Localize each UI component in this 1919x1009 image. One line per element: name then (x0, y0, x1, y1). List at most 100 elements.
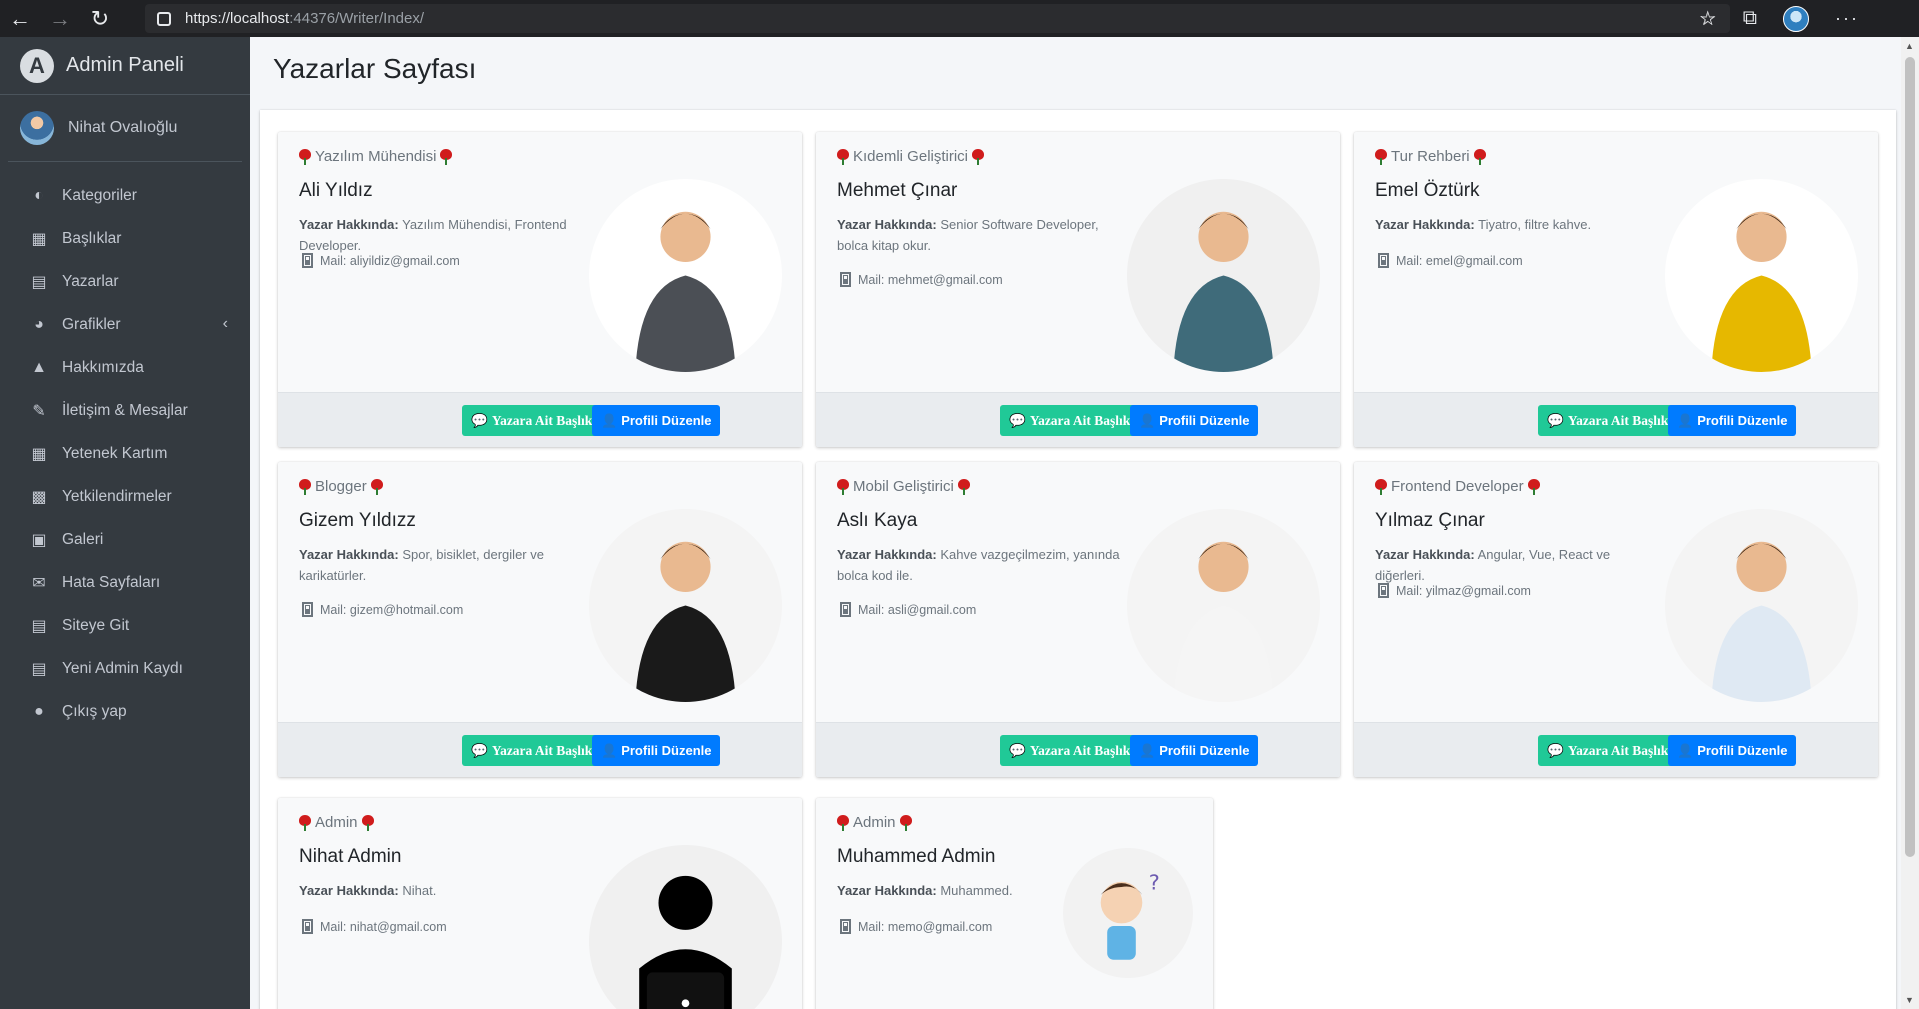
writer-mail: Mail: asli@gmail.com (840, 602, 976, 617)
writer-card-footer: 💬 Yazara Ait Başlıklar 👤 Profili Düzenle (278, 722, 802, 777)
document-icon: ▤ (31, 617, 47, 635)
edit-profile-button[interactable]: 👤 Profili Düzenle (1130, 735, 1259, 766)
document-icon: ▤ (31, 660, 47, 678)
writer-about: Yazar Hakkında: Yazılım Mühendisi, Front… (299, 214, 584, 256)
writer-role-text: Frontend Developer (1391, 478, 1524, 495)
writer-role: Mobil Geliştirici (837, 478, 970, 495)
writer-mail-text: Mail: gizem@hotmail.com (320, 602, 464, 617)
sidebar-item-yazarlar[interactable]: ▤ Yazarlar (0, 260, 250, 303)
writer-mail: Mail: memo@gmail.com (840, 919, 992, 934)
sidebar-item-cikis[interactable]: ● Çıkış yap (0, 690, 250, 733)
user-icon: 👤 (601, 412, 618, 428)
writer-card-body: Admin Nihat Admin Yazar Hakkında: Nihat.… (278, 798, 802, 1009)
sidebar-item-hata-sayfalari[interactable]: ✉ Hata Sayfaları (0, 561, 250, 604)
grid-icon: ▦ (31, 230, 47, 248)
building-icon (302, 919, 313, 934)
reload-icon[interactable]: ↻ (80, 0, 120, 37)
writer-mail-text: Mail: emel@gmail.com (1396, 253, 1523, 268)
writer-role-text: Yazılım Mühendisi (315, 148, 437, 165)
writer-card-body: Yazılım Mühendisi Ali Yıldız Yazar Hakkı… (278, 132, 802, 392)
writer-card: Mobil Geliştirici Aslı Kaya Yazar Hakkın… (816, 462, 1340, 777)
writer-about: Yazar Hakkında: Spor, bisiklet, dergiler… (299, 544, 584, 586)
sidebar-item-siteye-git[interactable]: ▤ Siteye Git (0, 604, 250, 647)
scroll-down-icon[interactable]: ▼ (1905, 995, 1914, 1005)
writer-role: Admin (299, 814, 374, 831)
brand-link[interactable]: A Admin Paneli (0, 37, 250, 95)
sidebar-item-label: Siteye Git (62, 616, 130, 634)
building-icon (1378, 583, 1389, 598)
forward-icon[interactable]: → (40, 0, 80, 37)
scroll-up-icon[interactable]: ▲ (1905, 41, 1914, 51)
writer-name: Nihat Admin (299, 846, 402, 867)
sidebar-item-grafikler[interactable]: ◕ Grafikler ‹ (0, 303, 250, 346)
page-scrollbar[interactable]: ▲ ▼ (1901, 37, 1919, 1009)
edit-profile-button[interactable]: 👤 Profili Düzenle (1668, 405, 1797, 436)
sidebar-item-label: İletişim & Mesajlar (62, 401, 188, 419)
back-icon[interactable]: ← (0, 0, 40, 37)
content-wrapper: Yazarlar Sayfası Yazılım Mühendisi Ali Y… (250, 37, 1901, 1009)
writer-card: Admin Nihat Admin Yazar Hakkında: Nihat.… (278, 798, 802, 1009)
rose-icon (972, 148, 985, 165)
writer-about-label: Yazar Hakkında: (837, 217, 937, 232)
collections-icon[interactable]: ⧉ (1743, 7, 1757, 30)
lock-icon (157, 11, 171, 26)
writer-name: Gizem Yıldızz (299, 510, 416, 531)
writer-card-footer: 💬 Yazara Ait Başlıklar 👤 Profili Düzenle (816, 722, 1340, 777)
sidebar-item-galeri[interactable]: ▣ Galeri (0, 518, 250, 561)
edit-profile-button[interactable]: 👤 Profili Düzenle (1668, 735, 1797, 766)
edit-profile-button[interactable]: 👤 Profili Düzenle (592, 735, 721, 766)
sidebar-item-yeni-admin[interactable]: ▤ Yeni Admin Kaydı (0, 647, 250, 690)
browser-actions: ☆ ⧉ ··· (1699, 0, 1919, 37)
writer-card-footer: 💬 Yazara Ait Başlıklar 👤 Profili Düzenle (816, 392, 1340, 447)
comments-icon: 💬 (1547, 742, 1564, 758)
person-silhouette-icon (1711, 211, 1812, 372)
pie-chart-icon: ◕ (34, 315, 44, 333)
edit-profile-button[interactable]: 👤 Profili Düzenle (592, 405, 721, 436)
writer-role: Yazılım Mühendisi (299, 148, 453, 165)
rose-icon (899, 814, 912, 831)
envelope-icon: ✉ (32, 574, 46, 592)
sidebar-item-basliklar[interactable]: ▦ Başlıklar (0, 217, 250, 260)
sidebar-item-hakkimizda[interactable]: ▲ Hakkımızda (0, 346, 250, 389)
rose-icon (1527, 478, 1540, 495)
building-icon (1378, 253, 1389, 268)
browser-profile-avatar[interactable] (1783, 5, 1810, 32)
writer-role-text: Tur Rehberi (1391, 148, 1470, 165)
writer-role-text: Mobil Geliştirici (853, 478, 954, 495)
avatar (20, 111, 54, 145)
writer-mail-text: Mail: yilmaz@gmail.com (1396, 583, 1531, 598)
writer-role: Blogger (299, 478, 383, 495)
sidebar-item-label: Yetenek Kartım (62, 444, 168, 462)
building-icon (302, 602, 313, 617)
comments-icon: 💬 (471, 412, 488, 428)
sidebar-item-iletisim[interactable]: ✎ İletişim & Mesajlar (0, 389, 250, 432)
browser-toolbar: ← → ↻ https://localhost:44376/Writer/Ind… (0, 0, 1919, 37)
sidebar-item-label: Hata Sayfaları (62, 573, 161, 591)
writer-card-body: Tur Rehberi Emel Öztürk Yazar Hakkında: … (1354, 132, 1878, 392)
sidebar-item-yetenek-kartim[interactable]: ▦ Yetenek Kartım (0, 432, 250, 475)
edit-profile-button[interactable]: 👤 Profili Düzenle (1130, 405, 1259, 436)
building-icon (840, 272, 851, 287)
writer-about: Yazar Hakkında: Kahve vazgeçilmezim, yan… (837, 544, 1122, 586)
brand-logo-icon: A (20, 48, 54, 83)
user-icon: 👤 (1677, 412, 1694, 428)
comments-icon: 💬 (1009, 742, 1026, 758)
scrollbar-thumb[interactable] (1905, 57, 1915, 857)
writer-photo (1665, 179, 1858, 372)
person-silhouette-icon (1173, 541, 1274, 702)
sidebar-item-kategoriler[interactable]: ◐ Kategoriler (0, 174, 250, 217)
writer-photo (589, 845, 782, 1009)
favorites-icon[interactable]: ☆ (1699, 6, 1717, 31)
writer-mail-text: Mail: asli@gmail.com (858, 602, 977, 617)
rose-icon (299, 148, 311, 165)
person-silhouette-icon (639, 875, 732, 1009)
more-options-icon[interactable]: ··· (1835, 8, 1859, 29)
sidebar-item-yetkilendirmeler[interactable]: ▩ Yetkilendirmeler (0, 475, 250, 518)
writer-card: Blogger Gizem Yıldızz Yazar Hakkında: Sp… (278, 462, 802, 777)
person-silhouette-icon: ? (1100, 871, 1160, 960)
edit-icon: ✎ (32, 402, 46, 420)
sidebar-item-label: Hakkımızda (62, 358, 144, 376)
address-bar[interactable]: https://localhost:44376/Writer/Index/ ☆ (145, 4, 1730, 33)
user-panel[interactable]: Nihat Ovalıoğlu (8, 95, 242, 162)
writer-mail: Mail: nihat@gmail.com (302, 919, 447, 934)
